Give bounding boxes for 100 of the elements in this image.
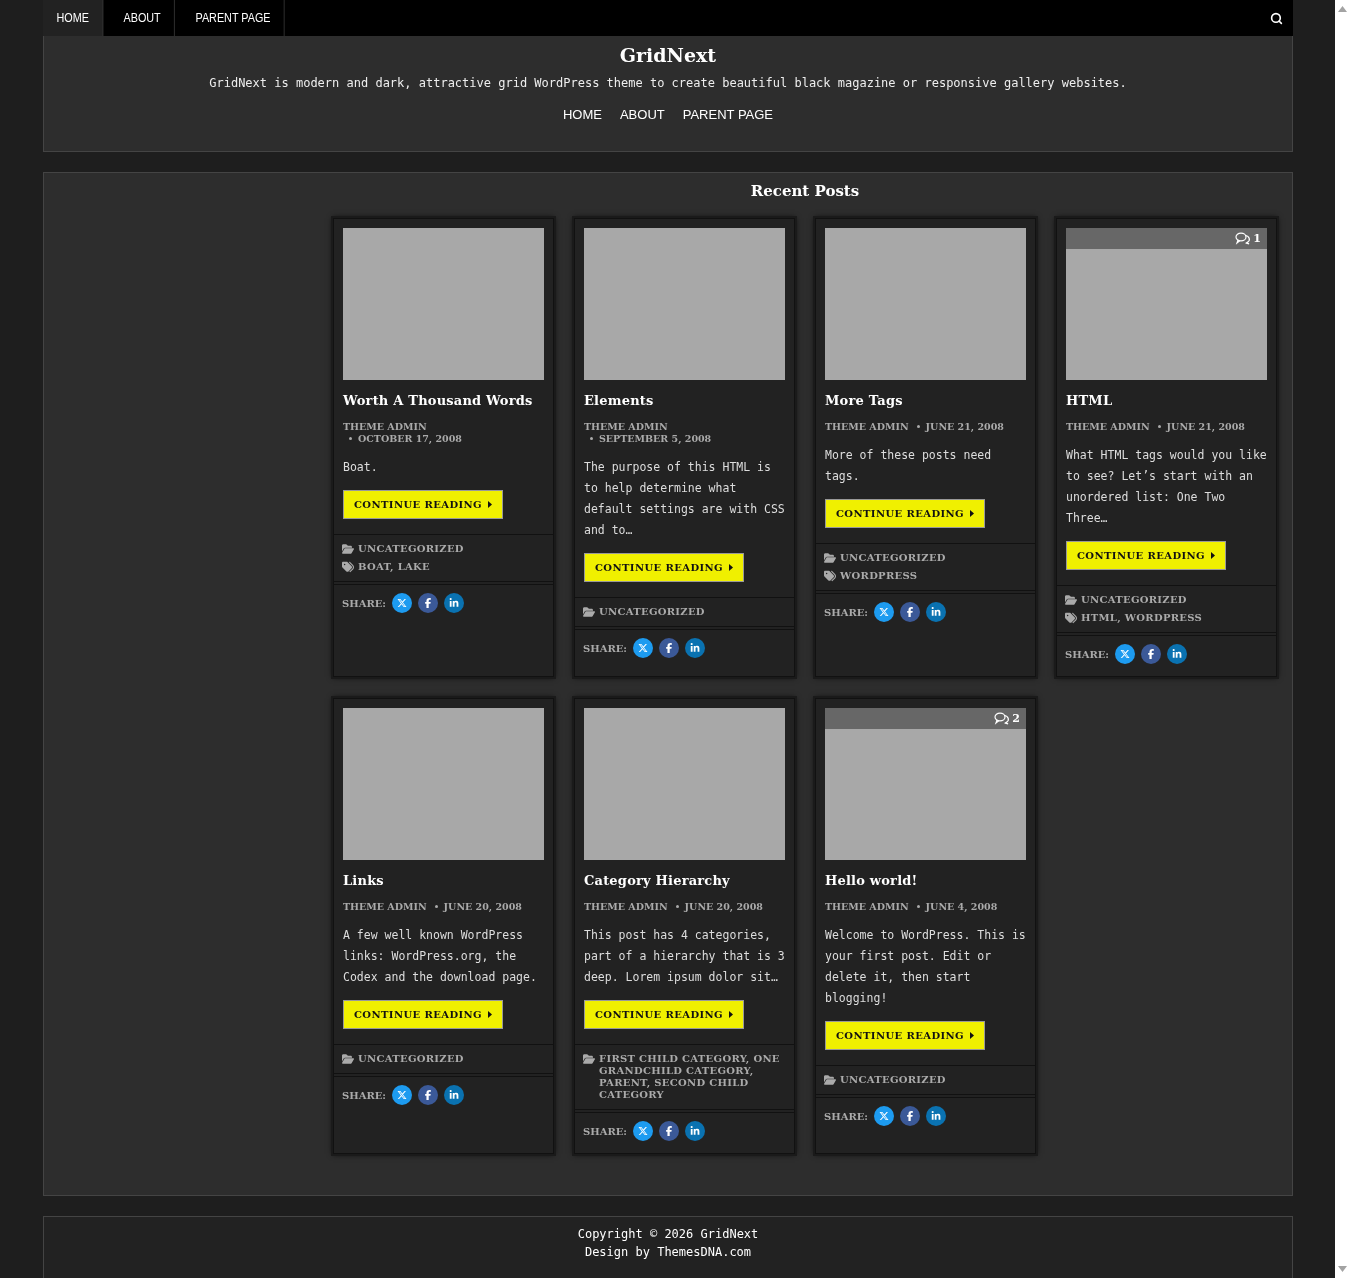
linkedin-share-button[interactable] xyxy=(444,593,465,613)
linkedin-logo-icon xyxy=(1172,649,1183,659)
facebook-share-button[interactable] xyxy=(1141,644,1162,664)
credit-text: Design by ThemesDNA.com xyxy=(584,1245,752,1259)
x-logo-icon xyxy=(638,1126,649,1136)
linkedin-share-button[interactable] xyxy=(685,638,706,658)
share-label: SHARE: xyxy=(342,597,387,609)
post-excerpt: A few well known WordPress links: WordPress.org, the Codex and the download page. xyxy=(343,927,538,986)
header-menu-item[interactable]: HOME xyxy=(553,107,611,122)
post-date[interactable]: OCTOBER 17, 2008 xyxy=(343,433,462,445)
linkedin-logo-icon xyxy=(449,1090,460,1100)
x-logo-icon xyxy=(879,607,890,617)
facebook-logo-icon xyxy=(664,1126,675,1136)
linkedin-share-button[interactable] xyxy=(926,602,947,622)
post-date[interactable]: JUNE 21, 2008 xyxy=(910,421,1004,433)
post-categories[interactable]: UNCATEGORIZED xyxy=(358,543,464,555)
post-categories[interactable]: UNCATEGORIZED xyxy=(1081,594,1187,606)
post-title[interactable]: Category Hierarchy xyxy=(584,873,785,888)
facebook-logo-icon xyxy=(423,1090,434,1100)
facebook-logo-icon xyxy=(905,1111,916,1121)
post-categories[interactable]: UNCATEGORIZED xyxy=(599,606,705,618)
x-logo-icon xyxy=(397,1090,408,1100)
facebook-logo-icon xyxy=(1146,649,1157,659)
share-label: SHARE: xyxy=(1065,648,1110,660)
x-share-button[interactable] xyxy=(874,602,895,622)
continue-reading-button[interactable]: CONTINUE READING xyxy=(825,499,986,528)
folder-icon xyxy=(342,543,354,555)
header-menu-item[interactable]: PARENT PAGE xyxy=(673,107,783,122)
author-link[interactable]: THEME ADMIN xyxy=(1066,421,1150,433)
post-title[interactable]: Worth A Thousand Words xyxy=(343,393,544,408)
folder-icon xyxy=(583,606,595,618)
author-link[interactable]: THEME ADMIN xyxy=(343,901,427,913)
x-share-button[interactable] xyxy=(874,1106,895,1126)
linkedin-logo-icon xyxy=(931,1111,942,1121)
post-title[interactable]: Elements xyxy=(584,393,785,408)
folder-icon xyxy=(824,552,836,564)
x-share-button[interactable] xyxy=(1115,644,1136,664)
continue-reading-button[interactable]: CONTINUE READING xyxy=(343,1000,504,1029)
continue-reading-button[interactable]: CONTINUE READING xyxy=(825,1021,986,1050)
caret-icon xyxy=(970,510,975,517)
caret-icon xyxy=(729,564,734,571)
author-link[interactable]: THEME ADMIN xyxy=(825,901,909,913)
x-share-button[interactable] xyxy=(633,1121,654,1141)
linkedin-share-button[interactable] xyxy=(685,1121,706,1141)
post-tags[interactable]: BOAT, LAKE xyxy=(358,561,430,573)
post-title[interactable]: Hello world! xyxy=(825,873,1026,888)
linkedin-share-button[interactable] xyxy=(1167,644,1188,664)
facebook-share-button[interactable] xyxy=(900,602,921,622)
continue-reading-button[interactable]: CONTINUE READING xyxy=(1066,541,1227,570)
post-title[interactable]: HTML xyxy=(1066,393,1267,408)
tags-icon xyxy=(824,570,836,582)
x-logo-icon xyxy=(397,598,408,608)
post-excerpt: Welcome to WordPress. This is your first post. Edit or delete it, then start blogging! xyxy=(825,927,1026,1007)
author-link[interactable]: THEME ADMIN xyxy=(584,421,668,433)
post-date[interactable]: JUNE 20, 2008 xyxy=(669,901,763,913)
continue-reading-button[interactable]: CONTINUE READING xyxy=(584,553,745,582)
continue-reading-button[interactable]: CONTINUE READING xyxy=(584,1000,745,1029)
post-date[interactable]: JUNE 20, 2008 xyxy=(428,901,522,913)
x-share-button[interactable] xyxy=(392,1085,413,1105)
post-date[interactable]: JUNE 21, 2008 xyxy=(1151,421,1245,433)
post-tags[interactable]: WORDPRESS xyxy=(840,570,918,582)
post-title[interactable]: Links xyxy=(343,873,544,888)
linkedin-share-button[interactable] xyxy=(926,1106,947,1126)
post-categories[interactable]: FIRST CHILD CATEGORY, ONE GRANDCHILD CATEGORY, PARENT, SECOND CHILD CATEGORY xyxy=(599,1053,786,1101)
x-share-button[interactable] xyxy=(392,593,413,613)
share-label: SHARE: xyxy=(824,1110,869,1122)
tags-icon xyxy=(342,561,354,573)
post-categories[interactable]: UNCATEGORIZED xyxy=(840,552,946,564)
comment-count-link[interactable]: 1 xyxy=(1235,232,1261,245)
post-title[interactable]: More Tags xyxy=(825,393,1026,408)
folder-icon xyxy=(342,1053,354,1065)
author-link[interactable]: THEME ADMIN xyxy=(825,421,909,433)
copyright-text: Copyright © 2026 GridNext xyxy=(577,1227,759,1241)
post-excerpt: The purpose of this HTML is to help determine what default settings are with CSS and to… xyxy=(584,459,785,539)
linkedin-share-button[interactable] xyxy=(444,1085,465,1105)
facebook-share-button[interactable] xyxy=(659,638,680,658)
post-excerpt: Boat. xyxy=(343,459,379,476)
site-tagline: GridNext is modern and dark, attractive grid WordPress theme to create beautiful black magazine or responsive gallery websites. xyxy=(209,76,1127,90)
facebook-share-button[interactable] xyxy=(418,1085,439,1105)
post-categories[interactable]: UNCATEGORIZED xyxy=(358,1053,464,1065)
author-link[interactable]: THEME ADMIN xyxy=(584,901,668,913)
facebook-share-button[interactable] xyxy=(659,1121,680,1141)
caret-icon xyxy=(729,1011,734,1018)
post-tags[interactable]: HTML, WORDPRESS xyxy=(1081,612,1203,624)
share-label: SHARE: xyxy=(583,642,628,654)
top-menu-item[interactable]: HOME xyxy=(43,0,104,36)
caret-icon xyxy=(488,501,493,508)
x-share-button[interactable] xyxy=(633,638,654,658)
facebook-share-button[interactable] xyxy=(900,1106,921,1126)
comment-count-link[interactable]: 2 xyxy=(994,712,1020,725)
facebook-share-button[interactable] xyxy=(418,593,439,613)
author-link[interactable]: THEME ADMIN xyxy=(343,421,427,433)
continue-reading-button[interactable]: CONTINUE READING xyxy=(343,490,504,519)
facebook-logo-icon xyxy=(423,598,434,608)
caret-icon xyxy=(970,1032,975,1039)
site-title[interactable]: GridNext xyxy=(619,44,717,66)
post-date[interactable]: SEPTEMBER 5, 2008 xyxy=(584,433,712,445)
header-menu-item[interactable]: ABOUT xyxy=(610,107,674,122)
post-categories[interactable]: UNCATEGORIZED xyxy=(840,1074,946,1086)
post-date[interactable]: JUNE 4, 2008 xyxy=(910,901,998,913)
